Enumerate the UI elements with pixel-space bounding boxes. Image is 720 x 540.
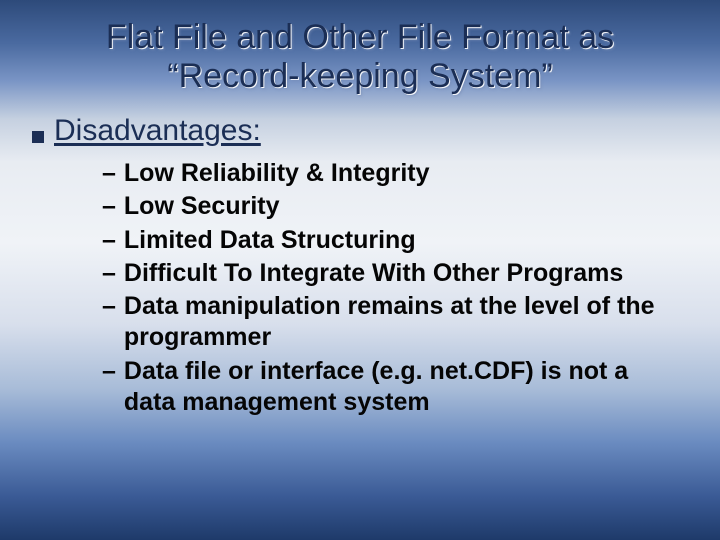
list-item-text: Difficult To Integrate With Other Progra… [124,258,680,289]
dash-icon: – [102,158,116,189]
list-item-text: Low Security [124,191,680,222]
list-item-text: Low Reliability & Integrity [124,158,680,189]
list-item-text: Data file or interface (e.g. net.CDF) is… [124,356,680,419]
dash-icon: – [102,356,116,387]
dash-icon: – [102,191,116,222]
slide-title: Flat File and Other File Format as “Reco… [0,18,720,110]
list-item: – Low Reliability & Integrity [102,158,680,189]
section: Disadvantages: – Low Reliability & Integ… [0,110,720,418]
dash-icon: – [102,258,116,289]
section-heading-row: Disadvantages: [32,114,720,148]
dash-icon: – [102,225,116,256]
dash-icon: – [102,291,116,322]
list-item: – Data manipulation remains at the level… [102,291,680,354]
list-item-text: Limited Data Structuring [124,225,680,256]
section-heading: Disadvantages: [54,114,261,148]
slide: Flat File and Other File Format as “Reco… [0,0,720,540]
list-item: – Difficult To Integrate With Other Prog… [102,258,680,289]
list-item: – Low Security [102,191,680,222]
list-item-text: Data manipulation remains at the level o… [124,291,680,354]
square-bullet-icon [32,131,44,143]
item-list: – Low Reliability & Integrity – Low Secu… [32,148,720,418]
list-item: – Data file or interface (e.g. net.CDF) … [102,356,680,419]
list-item: – Limited Data Structuring [102,225,680,256]
